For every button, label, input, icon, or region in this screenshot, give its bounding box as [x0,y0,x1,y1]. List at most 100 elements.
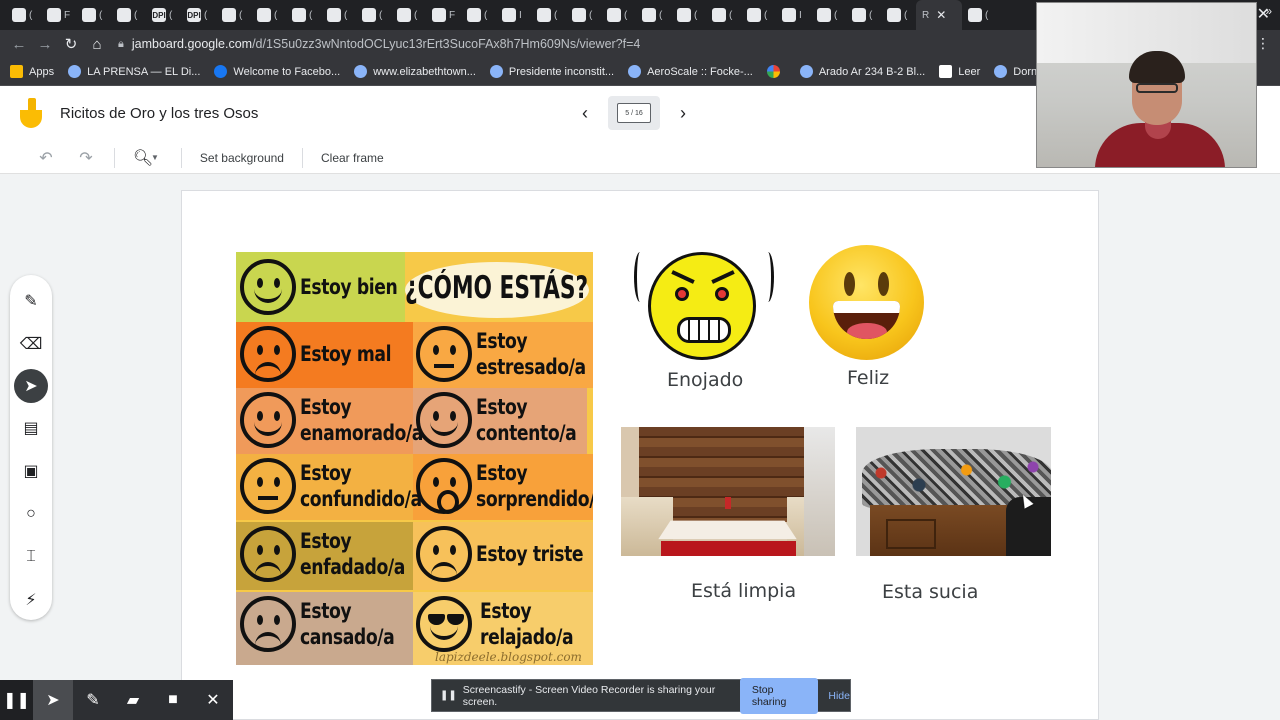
browser-tab[interactable]: ( [566,0,601,30]
bookmark-item[interactable]: LA PRENSA — EL Di... [68,65,200,78]
bookmark-item[interactable]: Apps [10,65,54,78]
tab-favicon-icon: DPI [187,8,201,22]
sharing-message: Screencastify - Screen Video Recorder is… [462,683,716,708]
chart-cell: Estoy estresado/a [416,326,593,382]
browser-tab[interactable]: ( [601,0,636,30]
set-background-button[interactable]: Set background [190,151,294,165]
browser-tab[interactable]: ( [706,0,741,30]
chart-cell: Estoy mal [240,326,411,382]
bookmark-item[interactable]: Welcome to Facebo... [214,65,340,78]
browser-tab[interactable]: ( [741,0,776,30]
pen-tool-icon[interactable]: ✎ [73,680,113,720]
pause-recording-icon[interactable]: ❚❚ [0,680,33,720]
stop-sharing-button[interactable]: Stop sharing [739,677,819,714]
bookmark-item[interactable]: Presidente inconstit... [489,65,614,78]
browser-tab[interactable]: ( [76,0,111,30]
browser-tab[interactable]: ( [846,0,881,30]
sticky-note-icon[interactable]: ▤ [14,410,48,446]
bookmark-item[interactable]: Arado Ar 234 B-2 Bl... [799,65,925,78]
previous-frame-icon[interactable]: ‹ [574,103,596,124]
pen-icon[interactable]: ✎ [14,283,48,319]
browser-tab[interactable]: DPI( [181,0,216,30]
chart-cell-line: Estoy bien [300,275,398,299]
browser-tab[interactable]: DPI( [146,0,181,30]
chart-heading-text: ¿CÓMO ESTÁS? [405,270,589,306]
bookmarks-overflow-icon[interactable]: » [1265,4,1272,18]
zoom-caret-icon[interactable]: ▼ [151,153,159,162]
browser-tab[interactable]: ( [356,0,391,30]
eye [675,287,689,301]
label-dirty[interactable]: Esta sucia [882,581,978,603]
browser-tab[interactable]: ( [962,0,997,30]
next-frame-icon[interactable]: › [672,103,694,124]
clear-frame-button[interactable]: Clear frame [311,151,394,165]
undo-icon[interactable]: ↶ [26,148,66,168]
hide-banner-button[interactable]: Hide [828,690,850,702]
highlighter-icon[interactable]: ▰ [113,680,153,720]
shape-circle-icon[interactable]: ○ [14,496,48,532]
label-angry[interactable]: Enojado [667,369,743,391]
tab-favicon-icon [117,8,131,22]
browser-tab[interactable]: ( [251,0,286,30]
browser-tab[interactable]: ( [881,0,916,30]
label-clean[interactable]: Está limpia [691,580,796,602]
clean-room-photo[interactable] [621,427,835,556]
tab-favicon-icon [257,8,271,22]
brow [711,270,735,284]
tab-title: ( [29,9,33,21]
label-happy[interactable]: Feliz [847,367,889,389]
text-box-icon[interactable]: ⌶ [14,539,48,575]
google-icon [766,65,780,78]
chart-cell-text: Estoy bien [300,274,419,300]
browser-tab[interactable]: F [41,0,76,30]
browser-tab[interactable]: I [496,0,531,30]
bookmark-item[interactable]: Leer [939,65,980,78]
tab-close-icon[interactable]: ✕ [936,8,946,22]
left-toolbar: ✎ ⌫ ➤ ▤ ▣ ○ ⌶ ⚡︎ [10,275,52,620]
apps-grid-icon [10,65,23,78]
browser-tab[interactable]: ( [111,0,146,30]
camera-icon[interactable]: ■ [153,680,193,720]
frame-bar-button[interactable]: 5 / 16 [608,96,660,130]
browser-tab[interactable]: ( [811,0,846,30]
jamboard-logo-icon[interactable] [20,98,42,128]
redo-icon[interactable]: ↷ [66,148,106,168]
add-image-icon[interactable]: ▣ [14,453,48,489]
content-face-icon [416,392,472,448]
home-icon[interactable]: ⌂ [84,36,110,53]
browser-menu-icon[interactable]: ⋮ [1256,35,1270,52]
browser-tab[interactable]: I [776,0,811,30]
happy-emoji-image[interactable] [809,245,924,360]
browser-tab[interactable]: ( [286,0,321,30]
browser-tab[interactable]: ( [531,0,566,30]
browser-tab[interactable]: ( [321,0,356,30]
browser-tab[interactable]: ( [671,0,706,30]
browser-tab[interactable]: ( [6,0,41,30]
bookmark-item[interactable]: www.elizabethtown... [354,65,476,78]
browser-tab-active[interactable]: R ✕ [916,0,962,30]
bookmark-item[interactable] [766,65,786,78]
url-host: jamboard.google.com [131,37,253,51]
bookmark-item[interactable]: AeroScale :: Focke-... [628,65,753,78]
reload-icon[interactable]: ↻ [58,35,84,53]
browser-tab[interactable]: ( [461,0,496,30]
angry-emoji-image[interactable] [634,246,784,361]
dirty-desk-photo[interactable] [856,427,1051,556]
forward-arrow-icon[interactable]: → [32,36,58,53]
tab-favicon-icon [607,8,621,22]
jam-title[interactable]: Ricitos de Oro y los tres Osos [60,105,258,122]
chart-cell-line: Estoy triste [476,542,584,566]
browser-tab[interactable]: F [426,0,461,30]
tab-title: ( [904,9,908,21]
cursor-tool-icon[interactable]: ➤ [33,680,73,720]
chart-cell-line: confundido/a [300,487,422,511]
browser-tab[interactable]: ( [216,0,251,30]
browser-tab[interactable]: ( [391,0,426,30]
browser-tab[interactable]: ( [636,0,671,30]
close-controls-icon[interactable]: ✕ [193,680,233,720]
back-arrow-icon[interactable]: ← [6,36,32,53]
eraser-icon[interactable]: ⌫ [14,326,48,362]
select-arrow-icon[interactable]: ➤ [14,369,48,403]
site-icon [489,65,503,78]
laser-icon[interactable]: ⚡︎ [14,582,48,618]
